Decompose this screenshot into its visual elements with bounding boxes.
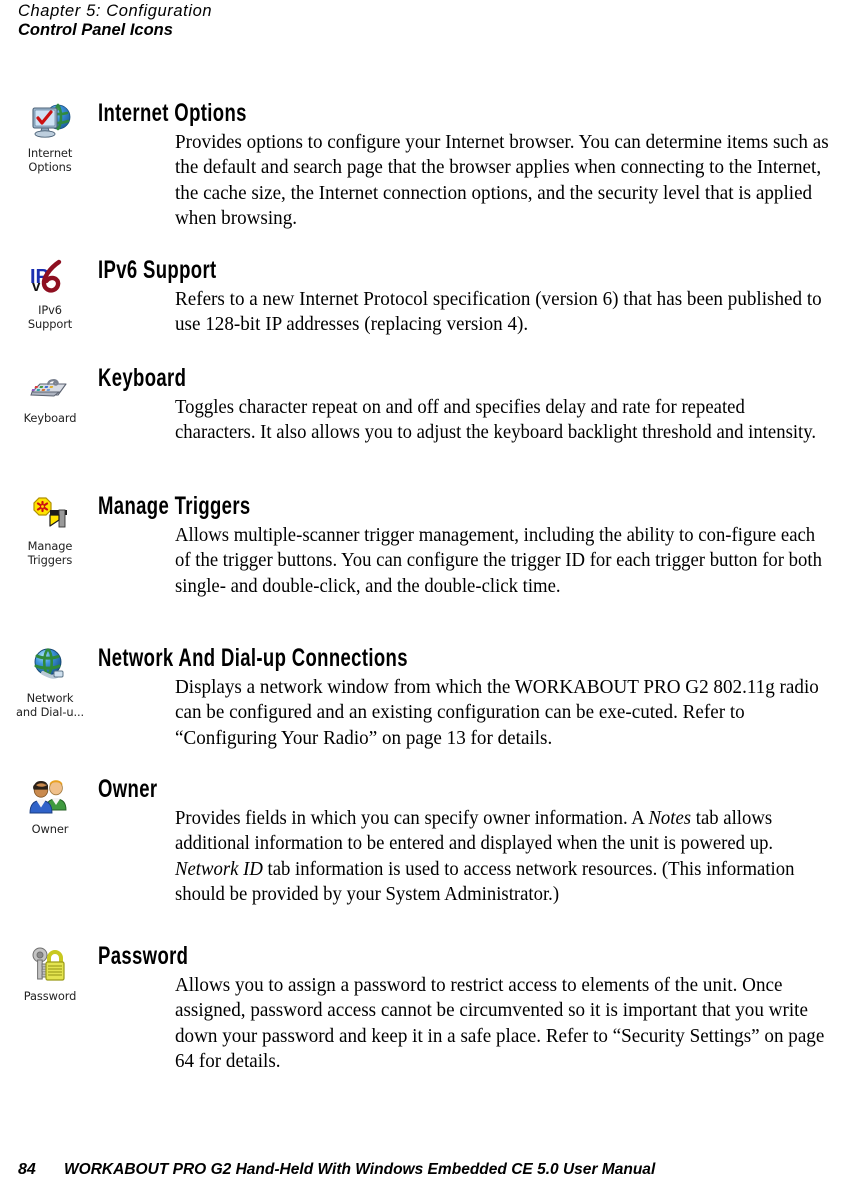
control-panel-entry: Manage Triggers Manage Triggers Allows mult… bbox=[0, 493, 848, 599]
running-head: Chapter 5: Configuration Control Panel I… bbox=[18, 2, 518, 40]
icon-caption: Manage Triggers bbox=[4, 539, 96, 567]
icon-block: IP v IPv6 Support bbox=[4, 257, 96, 331]
control-panel-entry: Owner Owner Provides fields in which you c… bbox=[0, 776, 848, 908]
network-dialup-icon bbox=[26, 645, 74, 691]
control-panel-entry: IP v IPv6 Support IPv6 Support Refers to a … bbox=[0, 257, 848, 338]
page-footer: 84 WORKABOUT PRO G2 Hand-Held With Window… bbox=[18, 1161, 828, 1179]
icon-caption-line: Network bbox=[26, 691, 74, 705]
icon-caption-line: Keyboard bbox=[23, 411, 77, 425]
entry-description: Displays a network window from which the… bbox=[175, 677, 819, 749]
entry-description: Allows multiple-scanner trigger manageme… bbox=[175, 525, 822, 597]
icon-caption: Password bbox=[4, 989, 96, 1004]
entry-heading: Keyboard bbox=[98, 364, 187, 392]
icon-block: Owner bbox=[4, 776, 96, 837]
password-icon bbox=[26, 943, 74, 989]
internet-options-icon bbox=[26, 100, 74, 146]
control-panel-entry: Keyboard Keyboard Toggles character repeat… bbox=[0, 365, 848, 446]
entry-heading: Network And Dial-up Connections bbox=[98, 644, 408, 672]
page-number: 84 bbox=[18, 1161, 36, 1178]
entry-body: Network And Dial-up Connections Displays … bbox=[98, 645, 848, 751]
entry-description: Refers to a new Internet Protocol specif… bbox=[175, 289, 822, 336]
manual-title: WORKABOUT PRO G2 Hand-Held With Windows … bbox=[64, 1161, 656, 1178]
icon-caption-line: Owner bbox=[31, 822, 69, 836]
icon-caption-line: IPv6 bbox=[38, 303, 62, 317]
entry-heading: Manage Triggers bbox=[98, 492, 251, 520]
entry-body: Internet Options Provides options to conf… bbox=[98, 100, 848, 232]
entry-body: Owner Provides fields in which you can sp… bbox=[98, 776, 848, 908]
entry-description: Provides options to configure your Inter… bbox=[175, 132, 829, 230]
icon-caption: Internet Options bbox=[4, 146, 96, 174]
entry-description: Toggles character repeat on and off and … bbox=[175, 397, 817, 444]
keyboard-icon bbox=[26, 365, 74, 411]
icon-caption-line: Manage bbox=[27, 539, 73, 553]
control-panel-entry: Password Password Allows you to assign a p… bbox=[0, 943, 848, 1075]
icon-caption: Owner bbox=[4, 822, 96, 837]
icon-caption-line: Internet bbox=[27, 146, 73, 160]
icon-caption: Network and Dial-u... bbox=[4, 691, 96, 719]
icon-block: Manage Triggers bbox=[4, 493, 96, 567]
svg-text:v: v bbox=[32, 278, 41, 295]
icon-caption-line: Password bbox=[23, 989, 77, 1003]
manage-triggers-icon bbox=[26, 493, 74, 539]
entry-description: Allows you to assign a password to restr… bbox=[175, 975, 825, 1073]
icon-block: Keyboard bbox=[4, 365, 96, 426]
icon-caption-line: Triggers bbox=[27, 552, 73, 567]
entry-body: Password Allows you to assign a password … bbox=[98, 943, 848, 1075]
icon-caption-line: Support bbox=[27, 316, 73, 331]
icon-caption-line: Options bbox=[28, 159, 72, 174]
entry-heading: IPv6 Support bbox=[98, 256, 217, 284]
icon-block: Network and Dial-u... bbox=[4, 645, 96, 719]
chapter-label: Chapter 5: Configuration bbox=[18, 2, 213, 20]
entry-body: Manage Triggers Allows multiple-scanner t… bbox=[98, 493, 848, 599]
control-panel-entry: Network and Dial-u... Network And Dial-up … bbox=[0, 645, 848, 751]
control-panel-entry: Internet Options Internet Options Provides … bbox=[0, 100, 848, 232]
entry-body: IPv6 Support Refers to a new Internet Pro… bbox=[98, 257, 848, 338]
icon-block: Internet Options bbox=[4, 100, 96, 174]
ipv6-support-icon: IP v bbox=[26, 257, 74, 303]
icon-caption: Keyboard bbox=[4, 411, 96, 426]
entry-heading: Owner bbox=[98, 775, 158, 803]
owner-icon bbox=[26, 776, 74, 822]
icon-block: Password bbox=[4, 943, 96, 1004]
entry-heading: Internet Options bbox=[98, 99, 247, 127]
section-label: Control Panel Icons bbox=[18, 21, 173, 39]
icon-caption-line: and Dial-u... bbox=[15, 704, 85, 719]
entry-body: Keyboard Toggles character repeat on and … bbox=[98, 365, 848, 446]
icon-caption: IPv6 Support bbox=[4, 303, 96, 331]
entry-description: Provides fields in which you can specify… bbox=[175, 808, 795, 906]
entry-heading: Password bbox=[98, 942, 189, 970]
